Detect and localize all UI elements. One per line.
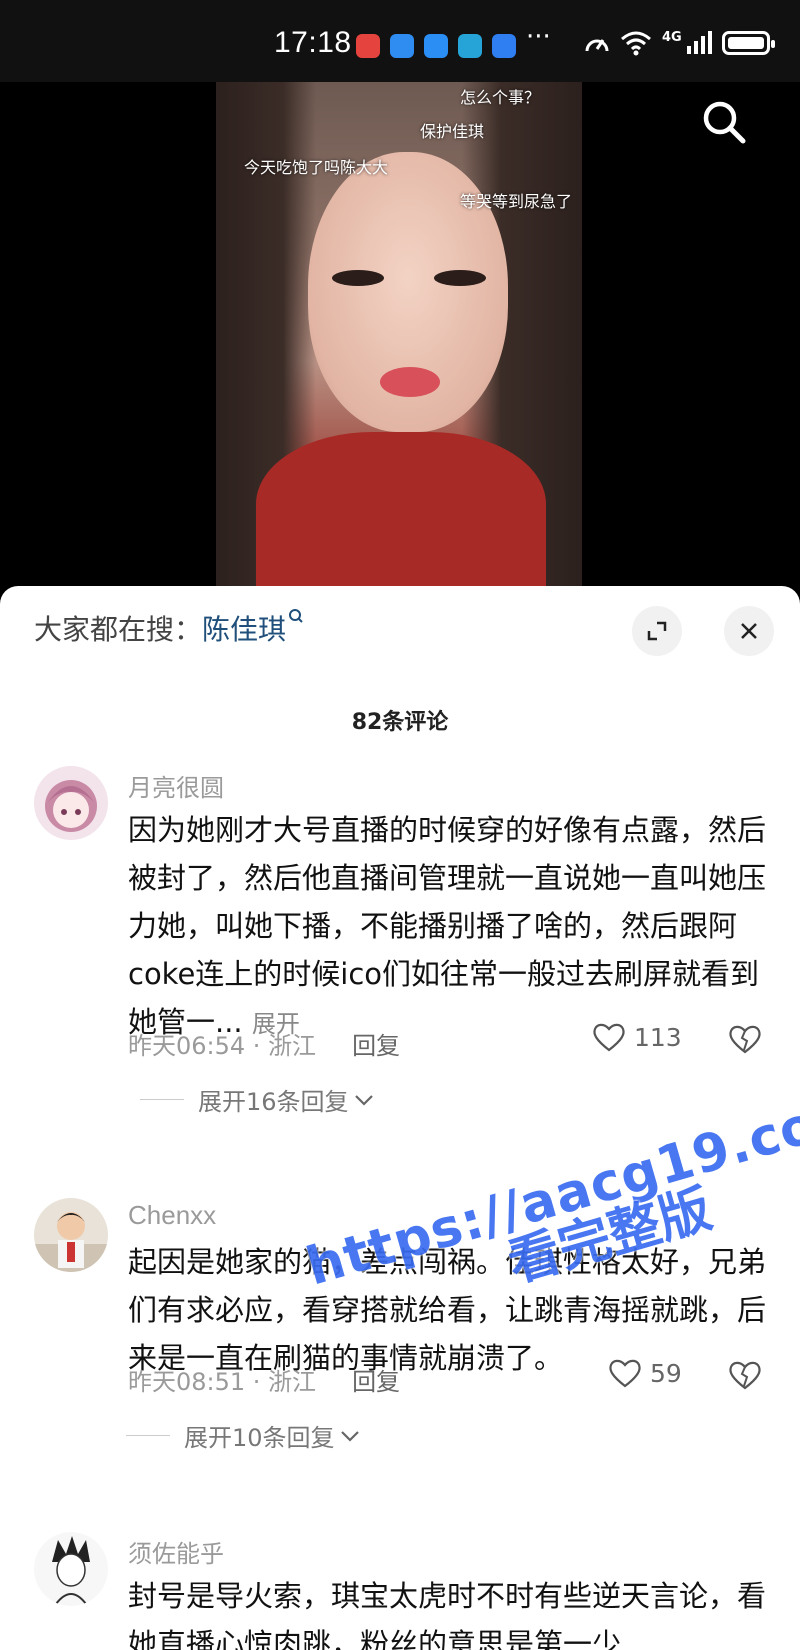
chevron-down-icon [340,1430,359,1442]
speed-icon [585,39,609,52]
danmaku-comment: 怎么个事？ [460,88,541,107]
comment-time: 昨天06:54 [128,1032,246,1060]
signal-icon [686,31,712,54]
video-eye-right [434,270,486,286]
close-button[interactable] [724,606,774,656]
avatar[interactable] [34,766,108,840]
comment-location: 浙江 [268,1368,317,1396]
like-button[interactable]: 113 [592,1022,682,1052]
battery-icon [721,31,775,55]
expand-replies-label: 展开10条回复 [184,1424,335,1452]
shield-notification-icon [424,34,448,58]
trending-search-term[interactable]: 陈佳琪 [202,613,286,646]
audio-notification-icon [492,34,516,58]
reply-button[interactable]: 回复 [352,1368,400,1396]
anime-girl-avatar-icon [34,766,108,840]
comment-text: 因为她刚才大号直播的时候穿的好像有点露，然后被封了，然后他直播间管理就一直说她一… [128,806,768,1048]
comment-text: 封号是导火索，琪宝太虎时不时有些逆天言论，看她直播心惊肉跳，粉丝的意思是第一少 [128,1579,767,1650]
avatar[interactable] [34,1198,108,1272]
expand-replies-label: 展开16条回复 [198,1088,349,1116]
trending-search-prefix: 大家都在搜： [34,613,203,646]
network-type-label: 4G [662,29,682,45]
message-notification-icon [390,34,414,58]
like-button[interactable]: 59 [608,1358,682,1388]
search-mini-icon [289,609,303,623]
heart-icon [593,1023,625,1052]
search-icon[interactable] [700,98,748,146]
video-player[interactable]: 怎么个事？ 保护佳琪 今天吃饱了吗陈大大 等哭等到尿急了 [0,82,800,592]
comment-time: 昨天08:51 [128,1368,246,1396]
heart-icon [609,1359,641,1388]
dislike-heart-icon[interactable] [728,1360,762,1390]
username[interactable]: 月亮很圆 [128,768,224,803]
comment-sheet: 大家都在搜：陈佳琪 82条评论 月亮很圆 因为她刚才大号直播的时候穿的好像有点露… [0,586,800,1650]
trending-search[interactable]: 大家都在搜：陈佳琪 [34,608,304,648]
comment-meta: 昨天08:51 · 浙江 回复 [128,1368,401,1396]
reply-button[interactable]: 回复 [352,1032,400,1060]
comment-count: 82条评论 [351,710,449,735]
video-frame[interactable]: 怎么个事？ 保护佳琪 今天吃饱了吗陈大大 等哭等到尿急了 [216,82,582,592]
download-notification-icon [458,34,482,58]
like-count: 59 [650,1358,682,1388]
danmaku-comment: 今天吃饱了吗陈大大 [244,158,389,177]
wifi-icon [621,31,651,56]
username[interactable]: 须佐能乎 [128,1534,224,1569]
divider [140,1099,184,1100]
sketch-avatar-icon [34,1532,108,1606]
avatar[interactable] [34,1532,108,1606]
video-sweater [256,432,546,592]
video-lips [380,367,440,397]
danmaku-comment: 保护佳琪 [420,122,485,141]
expand-replies-button[interactable]: 展开16条回复 [140,1082,375,1117]
danmaku-comment: 等哭等到尿急了 [460,192,573,211]
more-notifications-icon: ··· [526,22,551,52]
dislike-heart-icon[interactable] [728,1024,762,1054]
app-notification-icon [356,34,380,58]
notification-icons [356,34,516,58]
boy-avatar-icon [34,1198,108,1272]
status-bar: 17:18 ··· 4G [0,0,800,82]
expand-icon [647,621,667,641]
close-icon [741,623,757,639]
comment-meta: 昨天06:54 · 浙江 回复 [128,1032,401,1060]
username[interactable]: Chenxx [128,1200,216,1231]
system-icons: 4G [584,29,775,56]
chevron-down-icon [354,1094,373,1106]
status-time: 17:18 [274,26,352,59]
comment-body: 因为她刚才大号直播的时候穿的好像有点露，然后被封了，然后他直播间管理就一直说她一… [128,813,767,1039]
divider [126,1435,170,1436]
video-eye-left [332,270,384,286]
like-count: 113 [634,1022,682,1052]
fullscreen-button[interactable] [632,606,682,656]
expand-replies-button[interactable]: 展开10条回复 [126,1418,361,1453]
comment-location: 浙江 [268,1032,317,1060]
